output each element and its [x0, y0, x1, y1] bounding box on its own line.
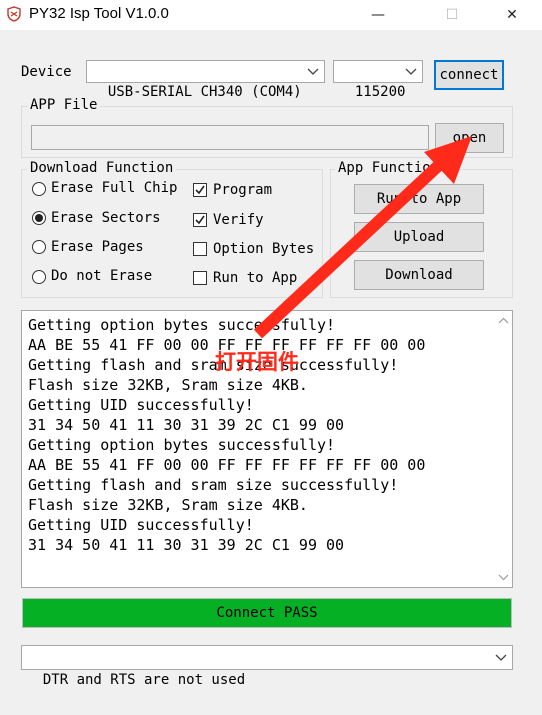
- device-label: Device: [21, 64, 72, 80]
- chevron-down-icon: [495, 654, 507, 661]
- app-logo-icon: [7, 6, 21, 22]
- radio-erase-pages-label[interactable]: Erase Pages: [51, 239, 144, 255]
- checkbox-run-to-app[interactable]: [193, 271, 207, 285]
- upload-button[interactable]: Upload: [354, 222, 484, 252]
- radio-erase-full-chip-label[interactable]: Erase Full Chip: [51, 180, 177, 196]
- scroll-down-arrow-icon[interactable]: [498, 573, 509, 581]
- checkbox-program[interactable]: [193, 183, 207, 197]
- radio-erase-pages[interactable]: [32, 240, 46, 254]
- checkbox-verify[interactable]: [193, 213, 207, 227]
- log-line: Getting UID successfully!: [28, 516, 254, 534]
- radio-erase-full-chip[interactable]: [32, 182, 46, 196]
- download-function-group-title: Download Function: [27, 160, 177, 176]
- log-line: Getting option bytes successfully!: [28, 316, 336, 334]
- annotation-label: 打开固件: [215, 350, 299, 374]
- checkbox-program-label[interactable]: Program: [213, 182, 272, 198]
- log-line: AA BE 55 41 FF 00 00 FF FF FF FF FF FF 0…: [28, 456, 426, 474]
- log-line: 31 34 50 41 11 30 31 39 2C C1 99 00: [28, 536, 345, 554]
- app-function-group-title: App Function: [335, 160, 443, 176]
- title-bar: PY32 Isp Tool V1.0.0 — ☐ ✕: [0, 0, 542, 30]
- app-file-group-title: APP File: [27, 97, 101, 113]
- close-button[interactable]: ✕: [489, 0, 535, 30]
- checkmark-icon: [195, 185, 205, 195]
- radio-do-not-erase[interactable]: [32, 270, 46, 284]
- log-line: Flash size 32KB, Sram size 4KB.: [28, 496, 308, 514]
- checkbox-verify-label[interactable]: Verify: [213, 212, 264, 228]
- checkbox-option-bytes[interactable]: [193, 242, 207, 256]
- checkmark-icon: [195, 215, 205, 225]
- chevron-down-icon: [405, 68, 417, 75]
- minimize-button[interactable]: —: [355, 0, 401, 30]
- open-button[interactable]: open: [435, 123, 504, 153]
- dtr-rts-select[interactable]: DTR and RTS are not used: [21, 645, 513, 688]
- run-to-app-button[interactable]: Run to App: [354, 184, 484, 214]
- port-select[interactable]: USB-SERIAL CH340 (COM4): [86, 60, 325, 100]
- scroll-up-arrow-icon[interactable]: [498, 317, 509, 325]
- connection-status-bar: Connect PASS: [22, 598, 512, 628]
- log-line: Flash size 32KB, Sram size 4KB.: [28, 376, 308, 394]
- log-line: Getting option bytes successfully!: [28, 436, 336, 454]
- chevron-down-icon: [307, 68, 319, 75]
- log-scrollbar[interactable]: [495, 311, 512, 587]
- dtr-rts-select-value: DTR and RTS are not used: [42, 672, 246, 688]
- log-line: Getting flash and sram size successfully…: [28, 476, 399, 494]
- radio-erase-sectors[interactable]: [32, 211, 46, 225]
- maximize-button[interactable]: ☐: [429, 0, 475, 30]
- baud-select[interactable]: 115200: [333, 60, 423, 100]
- port-select-value: USB-SERIAL CH340 (COM4): [107, 84, 302, 100]
- app-file-path-input[interactable]: [31, 125, 429, 150]
- baud-select-value: 115200: [354, 84, 406, 100]
- radio-erase-sectors-label[interactable]: Erase Sectors: [51, 210, 161, 226]
- log-line: 31 34 50 41 11 30 31 39 2C C1 99 00: [28, 416, 345, 434]
- download-button[interactable]: Download: [354, 260, 484, 290]
- connect-button[interactable]: connect: [434, 60, 504, 90]
- log-line: Getting UID successfully!: [28, 396, 254, 414]
- radio-selected-dot: [35, 214, 43, 222]
- checkbox-option-bytes-label[interactable]: Option Bytes: [213, 241, 314, 257]
- window-title: PY32 Isp Tool V1.0.0: [29, 5, 169, 22]
- radio-do-not-erase-label[interactable]: Do not Erase: [51, 268, 152, 284]
- checkbox-run-to-app-label[interactable]: Run to App: [213, 270, 297, 286]
